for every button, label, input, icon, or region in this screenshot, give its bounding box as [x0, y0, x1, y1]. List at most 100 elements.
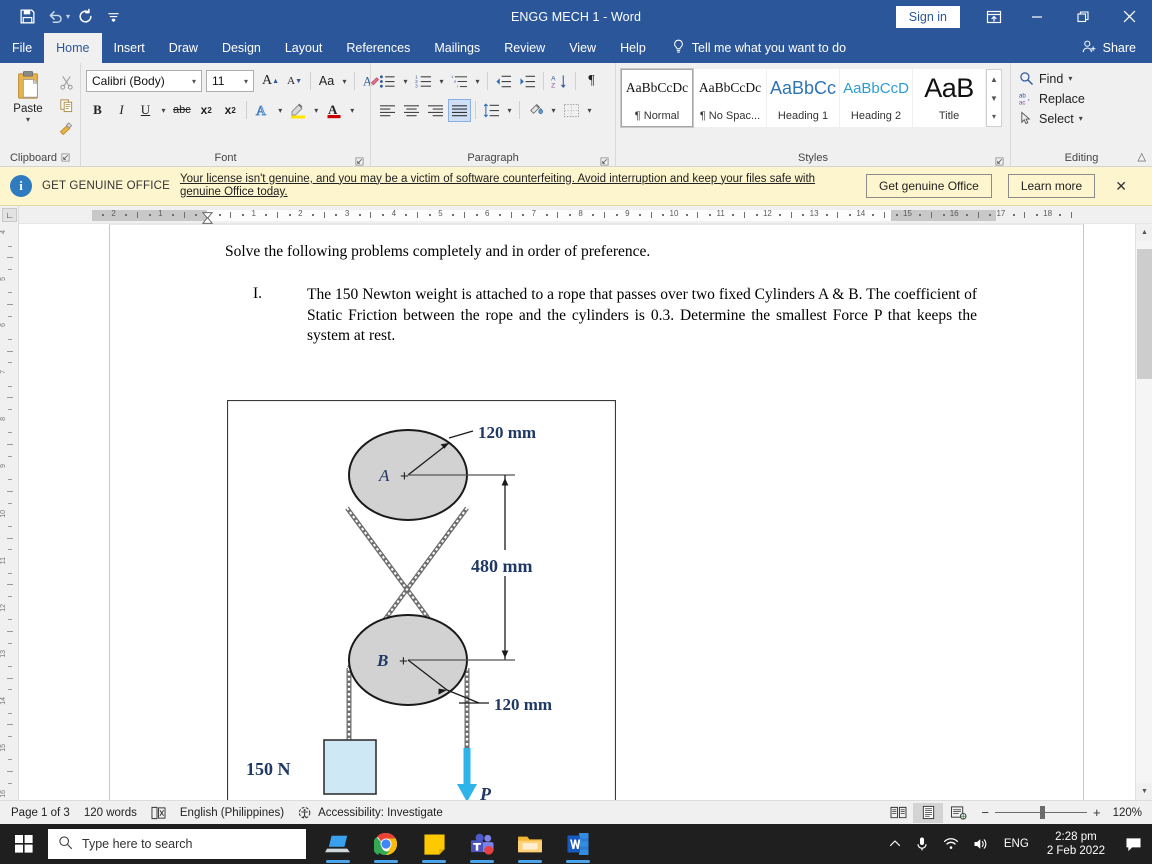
- share-button[interactable]: Share: [1065, 33, 1152, 63]
- search-input[interactable]: Type here to search: [48, 829, 306, 859]
- line-spacing-button[interactable]: [480, 99, 503, 122]
- styles-dialog-launcher-icon[interactable]: [995, 155, 1004, 166]
- tab-review[interactable]: Review: [492, 33, 557, 63]
- paste-button[interactable]: Paste ▾: [5, 70, 51, 138]
- underline-chevron-down-icon[interactable]: ▾: [158, 106, 169, 115]
- vertical-scrollbar[interactable]: ▲ ▼: [1135, 224, 1152, 800]
- cut-icon[interactable]: [55, 73, 77, 92]
- find-button[interactable]: Find ▾: [1016, 69, 1091, 88]
- increase-indent-button[interactable]: [516, 70, 539, 93]
- accessibility-indicator[interactable]: Accessibility: Investigate: [291, 804, 450, 822]
- notification-close-icon[interactable]: ✕: [1115, 178, 1127, 195]
- superscript-button[interactable]: x2: [219, 99, 242, 122]
- tab-home[interactable]: Home: [44, 33, 102, 63]
- text-effects-chevron-down-icon[interactable]: ▾: [275, 106, 286, 115]
- align-right-button[interactable]: [424, 99, 447, 122]
- find-chevron-down-icon[interactable]: ▾: [1068, 74, 1072, 83]
- notification-message[interactable]: Your license isn't genuine, and you may …: [180, 173, 850, 200]
- network-icon[interactable]: [936, 824, 966, 864]
- problem-figure[interactable]: A + 120 mm 480 mm B + 120 mm 150 N P: [226, 399, 617, 800]
- underline-button[interactable]: U: [134, 99, 157, 122]
- word-icon[interactable]: [554, 824, 602, 864]
- select-button[interactable]: Select ▾: [1016, 109, 1091, 128]
- multilevel-list-button[interactable]: 1ai: [448, 70, 471, 93]
- style-no-spacing[interactable]: AaBbCcDc ¶ No Spac...: [694, 69, 766, 127]
- clock[interactable]: 2:28 pm 2 Feb 2022: [1037, 824, 1115, 864]
- proofing-status-icon[interactable]: [144, 804, 173, 822]
- zoom-thumb[interactable]: [1039, 806, 1045, 819]
- minimize-icon[interactable]: [1014, 0, 1060, 33]
- font-color-chevron-down-icon[interactable]: ▾: [347, 106, 358, 115]
- tab-stop-selector-button[interactable]: ∟: [2, 208, 17, 222]
- paste-dropdown-icon[interactable]: ▾: [26, 115, 30, 124]
- align-center-button[interactable]: [400, 99, 423, 122]
- tab-file[interactable]: File: [0, 33, 44, 63]
- style-heading-2[interactable]: AaBbCcD Heading 2: [840, 69, 912, 127]
- bullets-chevron-down-icon[interactable]: ▾: [400, 77, 411, 86]
- highlight-chevron-down-icon[interactable]: ▾: [311, 106, 322, 115]
- styles-scroll-up-icon[interactable]: ▲: [987, 70, 1001, 89]
- page-indicator[interactable]: Page 1 of 3: [4, 805, 77, 821]
- style-heading-1[interactable]: AaBbCс Heading 1: [767, 69, 839, 127]
- save-icon[interactable]: [14, 5, 40, 29]
- paragraph-dialog-launcher-icon[interactable]: [600, 155, 609, 166]
- tab-help[interactable]: Help: [608, 33, 658, 63]
- subscript-button[interactable]: x2: [195, 99, 218, 122]
- style-normal[interactable]: AaBbCcDc ¶ Normal: [620, 68, 694, 128]
- numbering-chevron-down-icon[interactable]: ▾: [436, 77, 447, 86]
- style-title[interactable]: AaB Title: [913, 69, 985, 127]
- text-highlight-button[interactable]: [287, 99, 310, 122]
- horizontal-ruler[interactable]: 2 1 1 2 3 4 5 6 7 8 9 10 11 12 13 14 15 16 17 18: [19, 206, 1152, 230]
- shrink-font-button[interactable]: A ▼: [283, 70, 306, 93]
- text-effects-button[interactable]: A: [251, 99, 274, 122]
- line-spacing-chevron-down-icon[interactable]: ▾: [504, 106, 515, 115]
- copy-icon[interactable]: [55, 96, 77, 115]
- change-case-chevron-down-icon[interactable]: ▾: [339, 77, 350, 86]
- read-mode-icon[interactable]: [883, 803, 913, 823]
- action-center-icon[interactable]: [1115, 824, 1152, 864]
- web-layout-icon[interactable]: [943, 803, 973, 823]
- customize-qat-icon[interactable]: [100, 5, 126, 29]
- borders-button[interactable]: [560, 99, 583, 122]
- undo-icon[interactable]: [42, 5, 68, 29]
- bullets-button[interactable]: [376, 70, 399, 93]
- format-painter-icon[interactable]: [55, 119, 77, 138]
- zoom-out-button[interactable]: −: [981, 805, 989, 820]
- font-dialog-launcher-icon[interactable]: [355, 155, 364, 166]
- shading-button[interactable]: [524, 99, 547, 122]
- multilevel-chevron-down-icon[interactable]: ▾: [472, 77, 483, 86]
- tab-layout[interactable]: Layout: [273, 33, 335, 63]
- replace-button[interactable]: ab ac Replace: [1016, 89, 1091, 108]
- show-formatting-marks-button[interactable]: ¶: [580, 70, 603, 93]
- zoom-slider[interactable]: − +: [973, 805, 1108, 820]
- tab-view[interactable]: View: [557, 33, 608, 63]
- justify-button[interactable]: [448, 98, 471, 122]
- file-explorer-icon[interactable]: [506, 824, 554, 864]
- tab-design[interactable]: Design: [210, 33, 273, 63]
- grow-font-button[interactable]: A ▲: [259, 70, 282, 93]
- font-size-chevron-down-icon[interactable]: ▾: [241, 77, 251, 86]
- language-indicator[interactable]: English (Philippines): [173, 805, 291, 821]
- get-genuine-office-button[interactable]: Get genuine Office: [865, 174, 992, 198]
- change-case-button[interactable]: Aa: [315, 70, 338, 93]
- tab-references[interactable]: References: [334, 33, 422, 63]
- tab-insert[interactable]: Insert: [102, 33, 157, 63]
- sort-button[interactable]: AZ: [548, 70, 571, 93]
- collapse-ribbon-icon[interactable]: △: [1138, 150, 1146, 163]
- numbering-button[interactable]: 123: [412, 70, 435, 93]
- show-hidden-icons-icon[interactable]: [882, 824, 908, 864]
- select-chevron-down-icon[interactable]: ▾: [1079, 114, 1083, 123]
- tab-mailings[interactable]: Mailings: [422, 33, 492, 63]
- decrease-indent-button[interactable]: [492, 70, 515, 93]
- styles-scroll-down-icon[interactable]: ▼: [987, 89, 1001, 108]
- tell-me-search[interactable]: Tell me what you want to do: [658, 33, 856, 63]
- shading-chevron-down-icon[interactable]: ▾: [548, 106, 559, 115]
- italic-button[interactable]: I: [110, 99, 133, 122]
- font-name-chevron-down-icon[interactable]: ▾: [189, 77, 199, 86]
- print-layout-icon[interactable]: [913, 802, 944, 823]
- language-indicator-taskbar[interactable]: ENG: [996, 824, 1037, 864]
- microphone-icon[interactable]: [908, 824, 936, 864]
- restore-icon[interactable]: [1060, 0, 1106, 33]
- close-icon[interactable]: [1106, 0, 1152, 33]
- learn-more-button[interactable]: Learn more: [1007, 174, 1096, 198]
